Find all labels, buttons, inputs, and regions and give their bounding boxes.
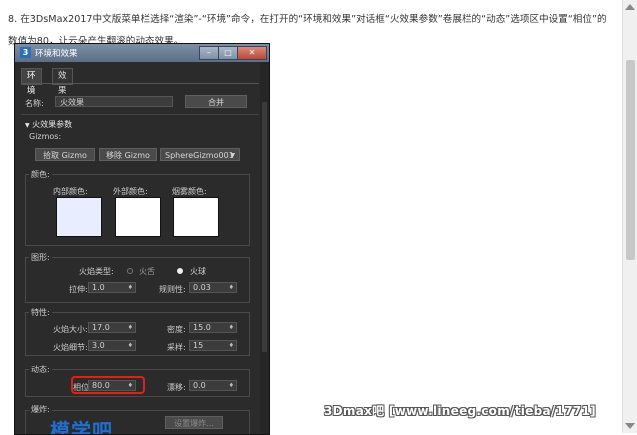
flame-size-value: 17.0 [92,323,110,332]
gizmo-dropdown[interactable]: SphereGizmo001 ▼ [160,148,240,161]
watermark: 3Dmax吧 [www.lineeg.com/tieba/1771] [324,404,596,418]
characteristics-group-label: 特性: [29,307,52,318]
scroll-up-icon[interactable] [625,4,635,10]
spinner-arrows-icon[interactable]: ♦ [128,341,133,351]
regularity-label: 规则性: [159,285,186,294]
explosion-group-label: 爆炸: [29,404,52,415]
samples-value: 15 [193,341,204,350]
smoke-color-label: 烟雾颜色: [172,187,207,196]
rollout-title: 火效果参数 [32,120,73,129]
dialog-scroll-thumb[interactable] [262,102,267,352]
samples-label: 采样: [167,343,186,352]
regularity-value: 0.03 [193,283,211,292]
drift-spinner[interactable]: 0.0 ♦ [189,380,237,391]
flame-detail-label: 火焰细节: [53,343,88,352]
pick-gizmo-button[interactable]: 拾取 Gizmo [35,148,95,161]
flame-size-label: 火焰大小: [53,325,88,334]
smoke-color-swatch[interactable] [173,197,219,237]
dialog-titlebar[interactable]: 3 环境和效果 – □ ✕ [15,44,269,62]
gizmo-selected: SphereGizmo001 [165,151,234,160]
flame-detail-value: 3.0 [92,341,105,350]
scroll-thumb[interactable] [626,60,635,260]
spinner-arrows-icon[interactable]: ♦ [229,283,234,293]
spinner-arrows-icon[interactable]: ♦ [229,381,234,391]
name-label: 名称: [25,99,44,108]
spinner-arrows-icon[interactable]: ♦ [128,283,133,293]
merge-button[interactable]: 合并 [185,95,247,108]
samples-spinner[interactable]: 15 ♦ [189,340,237,351]
collapse-icon[interactable]: ▼ [25,122,30,129]
rollout-header[interactable]: ▼ 火效果参数 [25,119,72,130]
gizmos-label: Gizmos: [29,132,62,141]
remove-gizmo-button[interactable]: 移除 Gizmo [99,148,157,161]
close-button[interactable]: ✕ [237,46,267,60]
density-spinner[interactable]: 15.0 ♦ [189,322,237,333]
density-label: 密度: [167,325,186,334]
inner-color-label: 内部颜色: [53,187,88,196]
page-scrollbar[interactable] [622,0,637,433]
inner-color-swatch[interactable] [56,197,102,237]
density-value: 15.0 [193,323,211,332]
spinner-arrows-icon[interactable]: ♦ [229,341,234,351]
stretch-spinner[interactable]: 1.0 ♦ [88,282,136,293]
maximize-button[interactable]: □ [218,46,238,60]
stretch-label: 拉伸: [69,285,88,294]
tendril-label: 火舌 [139,267,155,276]
separator [21,114,259,115]
regularity-spinner[interactable]: 0.03 ♦ [189,282,237,293]
effect-name-field[interactable]: 火效果 [55,96,173,107]
shape-group [25,257,250,303]
tab-divider [21,83,259,84]
site-logo: 模学吧 [50,419,113,435]
flame-size-spinner[interactable]: 17.0 ♦ [88,322,136,333]
motion-group-label: 动态: [29,364,52,375]
chevron-down-icon: ▼ [230,152,235,159]
environment-effects-dialog: 3 环境和效果 – □ ✕ 环境 效果 名称: 火效果 合并 ▼ 火效果参数 G… [14,43,270,435]
fireball-label: 火球 [190,267,206,276]
minimize-button[interactable]: – [199,46,219,60]
app-icon: 3 [20,47,31,58]
fireball-radio[interactable] [177,268,183,274]
spinner-arrows-icon[interactable]: ♦ [229,323,234,333]
spinner-arrows-icon[interactable]: ♦ [128,323,133,333]
scroll-down-icon[interactable] [625,423,635,429]
color-group-label: 颜色: [29,169,52,180]
setup-explosion-button[interactable]: 设置爆炸... [165,416,223,429]
phase-highlight-box [71,376,145,394]
tendril-radio[interactable] [127,268,133,274]
outer-color-label: 外部颜色: [113,187,148,196]
stretch-value: 1.0 [92,283,105,292]
flame-detail-spinner[interactable]: 3.0 ♦ [88,340,136,351]
shape-group-label: 图形: [29,252,52,263]
outer-color-swatch[interactable] [115,197,161,237]
flame-type-label: 火焰类型: [79,267,114,276]
dialog-scrollbar[interactable] [260,62,269,434]
drift-label: 漂移: [167,383,186,392]
dialog-title: 环境和效果 [35,49,78,59]
drift-value: 0.0 [193,381,206,390]
